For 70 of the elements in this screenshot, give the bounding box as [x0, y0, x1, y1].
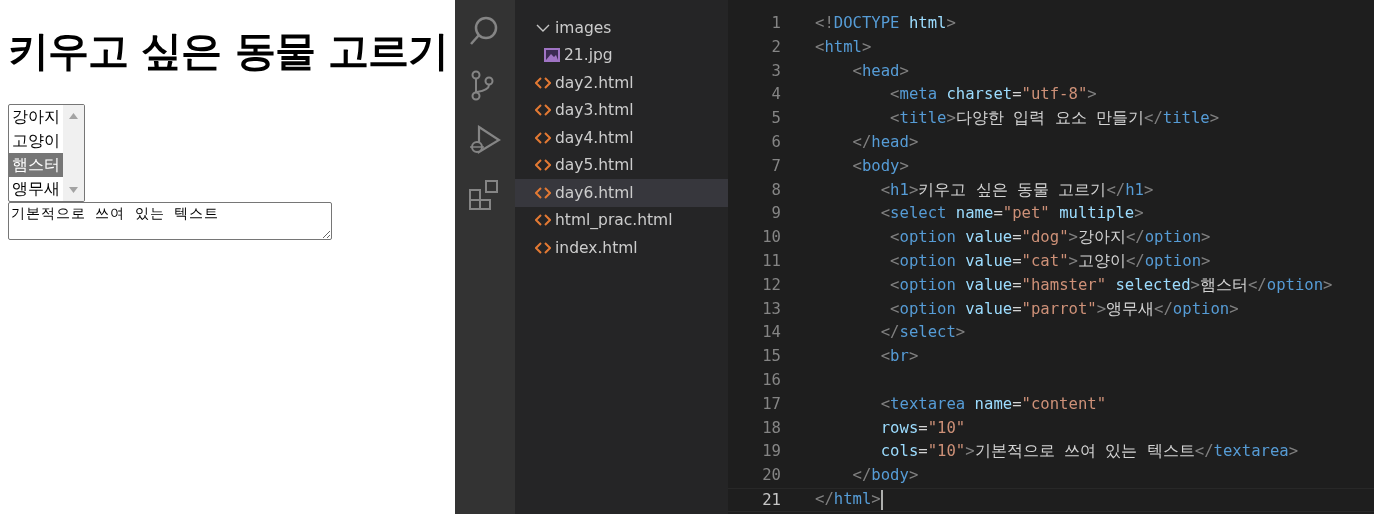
code-line: <head> — [851, 60, 909, 82]
line-number: 18 — [761, 417, 781, 439]
code-line: <option value="parrot">앵무새</option> — [889, 298, 1239, 320]
line-number: 21 — [761, 489, 781, 511]
code-line: <select name="pet" multiple> — [879, 203, 1144, 225]
scroll-down-icon[interactable] — [69, 187, 78, 193]
line-number: 17 — [761, 393, 781, 415]
line-number: 16 — [761, 369, 781, 391]
code-line: <option value="hamster" selected>햄스터</option> — [889, 274, 1333, 296]
line-number: 7 — [770, 155, 781, 177]
code-line: <body> — [851, 155, 909, 177]
listbox-option[interactable]: 햄스터 — [9, 153, 63, 177]
line-number: 6 — [770, 132, 781, 153]
extensions-icon[interactable] — [469, 180, 501, 211]
file-tree-item[interactable]: images — [515, 14, 728, 42]
line-number: 2 — [770, 36, 781, 58]
file-tree-item[interactable]: day5.html — [515, 151, 728, 179]
code-line: <option value="cat">고양이</option> — [889, 250, 1211, 272]
line-number: 14 — [761, 322, 781, 344]
code-line: <title>다양한 입력 요소 만들기</title> — [889, 108, 1220, 130]
file-tree-item[interactable]: 21.jpg — [515, 41, 728, 69]
line-number: 15 — [761, 346, 781, 368]
file-tree-item[interactable]: day6.html — [515, 179, 728, 207]
code-file-icon — [535, 241, 551, 254]
code-line: </body> — [851, 465, 919, 487]
code-line: cols="10">기본적으로 쓰여 있는 텍스트</textarea> — [879, 441, 1299, 463]
code-file-icon — [535, 214, 551, 227]
line-number: 8 — [770, 179, 781, 201]
code-line: <!DOCTYPE html> — [815, 13, 956, 34]
line-number: 11 — [761, 250, 781, 272]
file-tree-item[interactable]: index.html — [515, 234, 728, 262]
line-number: 13 — [761, 298, 781, 320]
file-tree-item[interactable]: day4.html — [515, 124, 728, 152]
listbox-option[interactable]: 앵무새 — [9, 177, 63, 201]
code-file-icon — [535, 159, 551, 172]
code-line: </html> — [815, 488, 881, 510]
file-tree-item[interactable]: html_prac.html — [515, 206, 728, 234]
image-file-icon — [544, 48, 560, 63]
code-line: <br> — [879, 346, 919, 368]
line-number: 12 — [761, 274, 781, 296]
page-heading: 키우고 싶은 동물 고르기 — [8, 27, 447, 75]
line-number: 4 — [770, 84, 781, 106]
code-line: <meta charset="utf-8"> — [889, 84, 1097, 106]
code-line: <html> — [815, 36, 872, 58]
code-line: <textarea name="content" — [879, 393, 1107, 415]
scroll-up-icon[interactable] — [69, 113, 78, 119]
code-line: </select> — [879, 322, 966, 344]
play-bug-icon[interactable] — [469, 125, 501, 156]
code-line: rows="10" — [879, 417, 966, 439]
line-number: 3 — [770, 60, 781, 82]
code-file-icon — [535, 76, 551, 89]
text-area[interactable]: 기본적으로 쓰여 있는 텍스트 — [8, 202, 332, 240]
listbox-option[interactable]: 고양이 — [9, 129, 63, 153]
code-line: </head> — [851, 132, 919, 153]
text-cursor — [880, 489, 883, 510]
line-number: 20 — [761, 465, 781, 487]
code-file-icon — [535, 131, 551, 144]
code-line: <h1>키우고 싶은 동물 고르기</h1> — [879, 179, 1154, 201]
code-line: <option value="dog">강아지</option> — [889, 227, 1211, 249]
line-number: 10 — [761, 227, 781, 249]
code-file-icon — [535, 186, 551, 199]
line-number: 9 — [770, 203, 781, 225]
listbox-option[interactable]: 강아지 — [9, 105, 63, 129]
pet-listbox[interactable]: 강아지 고양이 햄스터 앵무새 — [8, 104, 85, 202]
file-tree-item[interactable]: day3.html — [515, 96, 728, 124]
line-number: 19 — [761, 441, 781, 463]
file-tree-item[interactable]: day2.html — [515, 69, 728, 97]
line-number: 5 — [770, 108, 781, 130]
line-number: 1 — [770, 13, 781, 34]
code-file-icon — [535, 104, 551, 117]
